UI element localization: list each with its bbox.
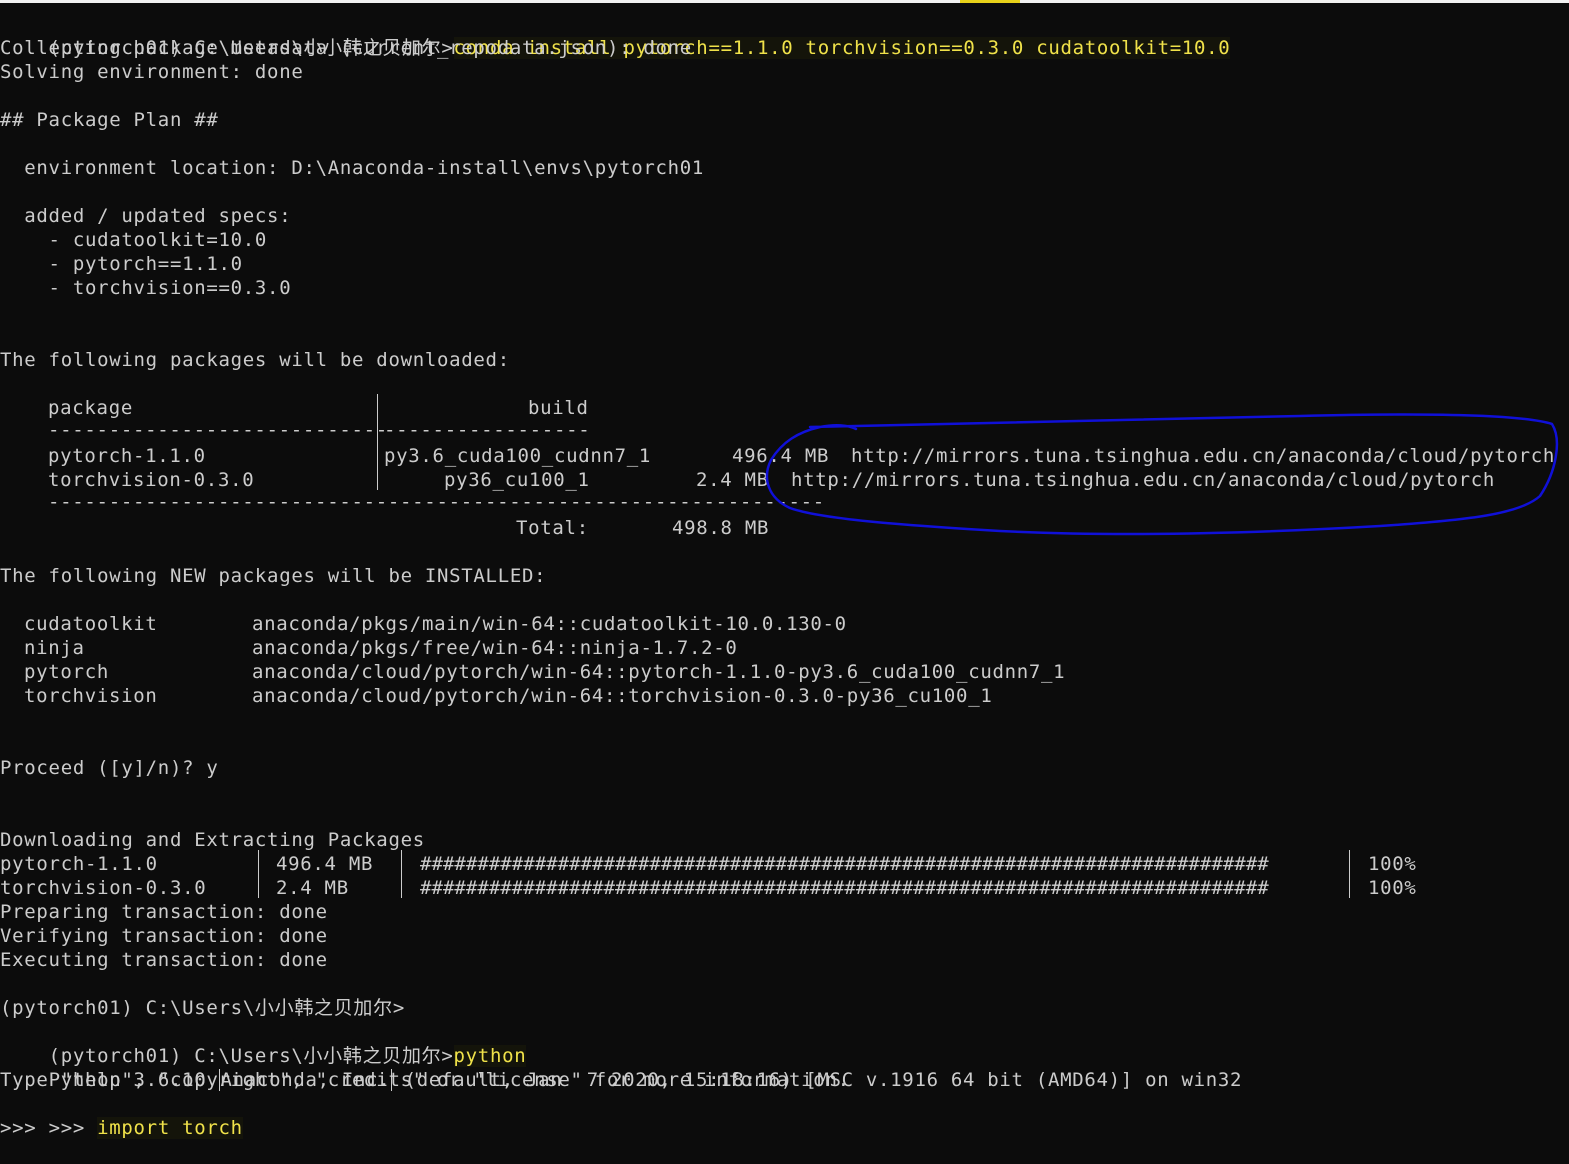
proceed-prompt: Proceed ([y]/n)? y	[0, 757, 219, 779]
package-plan-heading: ## Package Plan ##	[0, 109, 219, 131]
repl-line: >>> import torch	[0, 1092, 243, 1139]
python-version-line: Python 3.6.10 Anaconda, Inc. (default, J…	[0, 1044, 1242, 1091]
progress-package: torchvision-0.3.0	[0, 877, 207, 899]
transaction-status: Preparing transaction: done	[0, 901, 328, 923]
install-package-name: torchvision	[24, 685, 158, 707]
window-top-edge	[0, 0, 1569, 3]
progress-percent: 100%	[1368, 877, 1417, 899]
environment-location: environment location: D:\Anaconda-instal…	[0, 157, 705, 179]
download-heading: The following packages will be downloade…	[0, 349, 510, 371]
shell-prompt: (pytorch01) C:\Users\小小韩之贝加尔>	[0, 997, 405, 1019]
python-command-line: (pytorch01) C:\Users\小小韩之贝加尔>python	[0, 1020, 527, 1067]
install-package-name: ninja	[24, 637, 85, 659]
install-package-spec: anaconda/cloud/pytorch/win-64::pytorch-1…	[252, 661, 1066, 683]
install-heading: The following NEW packages will be INSTA…	[0, 565, 547, 587]
spec-item: - torchvision==0.3.0	[0, 277, 292, 299]
transaction-status: Executing transaction: done	[0, 949, 328, 971]
total-label: Total:	[516, 517, 589, 539]
table-cell-channel: http://mirrors.tuna.tsinghua.edu.cn/anac…	[791, 469, 1496, 491]
progress-percent: 100%	[1368, 853, 1417, 875]
install-package-name: pytorch	[24, 661, 109, 683]
output-line: Solving environment: done	[0, 61, 304, 83]
table-cell-size: 2.4 MB	[696, 469, 769, 491]
progress-divider	[401, 850, 402, 898]
repl-prompt-empty[interactable]: >>>	[0, 1116, 36, 1140]
table-cell-build: py36_cu100_1	[444, 469, 590, 491]
transaction-status: Verifying transaction: done	[0, 925, 328, 947]
header-rule: -----------------	[384, 419, 591, 441]
command-line: (pytorch01) C:\Users\小小韩之贝加尔>conda insta…	[0, 12, 1231, 59]
install-package-spec: anaconda/pkgs/main/win-64::cudatoolkit-1…	[252, 613, 847, 635]
table-cell-package: torchvision-0.3.0	[48, 469, 255, 491]
total-value: 498.8 MB	[672, 517, 770, 539]
table-column-divider	[377, 394, 378, 490]
install-package-name: cudatoolkit	[24, 613, 158, 635]
progress-divider	[1349, 850, 1350, 898]
header-rule: ----------------------------	[48, 419, 388, 441]
selection-marker	[960, 0, 1020, 3]
specs-heading: added / updated specs:	[0, 205, 292, 227]
progress-size: 2.4 MB	[276, 877, 349, 899]
column-header-build: build	[528, 397, 589, 419]
progress-divider	[258, 850, 259, 898]
install-package-spec: anaconda/pkgs/free/win-64::ninja-1.7.2-0	[252, 637, 738, 659]
downloading-heading: Downloading and Extracting Packages	[0, 829, 425, 851]
table-cell-channel: http://mirrors.tuna.tsinghua.edu.cn/anac…	[851, 445, 1556, 467]
repl-command: import torch	[97, 1117, 243, 1139]
output-line: Collecting package metadata (current_rep…	[0, 37, 692, 59]
table-cell-size: 496.4 MB	[732, 445, 830, 467]
spec-item: - pytorch==1.1.0	[0, 253, 243, 275]
column-header-package: package	[48, 397, 133, 419]
table-cell-package: pytorch-1.1.0	[48, 445, 206, 467]
table-cell-build: py3.6_cuda100_cudnn7_1	[384, 445, 652, 467]
footer-rule: ----------------------------------------…	[48, 491, 825, 513]
progress-size: 496.4 MB	[276, 853, 374, 875]
repl-prompt: >>>	[48, 1117, 98, 1139]
progress-package: pytorch-1.1.0	[0, 853, 158, 875]
progress-bar: ########################################…	[420, 853, 1269, 875]
install-package-spec: anaconda/cloud/pytorch/win-64::torchvisi…	[252, 685, 993, 707]
spec-item: - cudatoolkit=10.0	[0, 229, 268, 251]
progress-bar: ########################################…	[420, 877, 1269, 899]
python-help-line: Type "help", "copyright", "credits" or "…	[0, 1069, 850, 1091]
terminal-window[interactable]: (pytorch01) C:\Users\小小韩之贝加尔>conda insta…	[0, 0, 1569, 1159]
